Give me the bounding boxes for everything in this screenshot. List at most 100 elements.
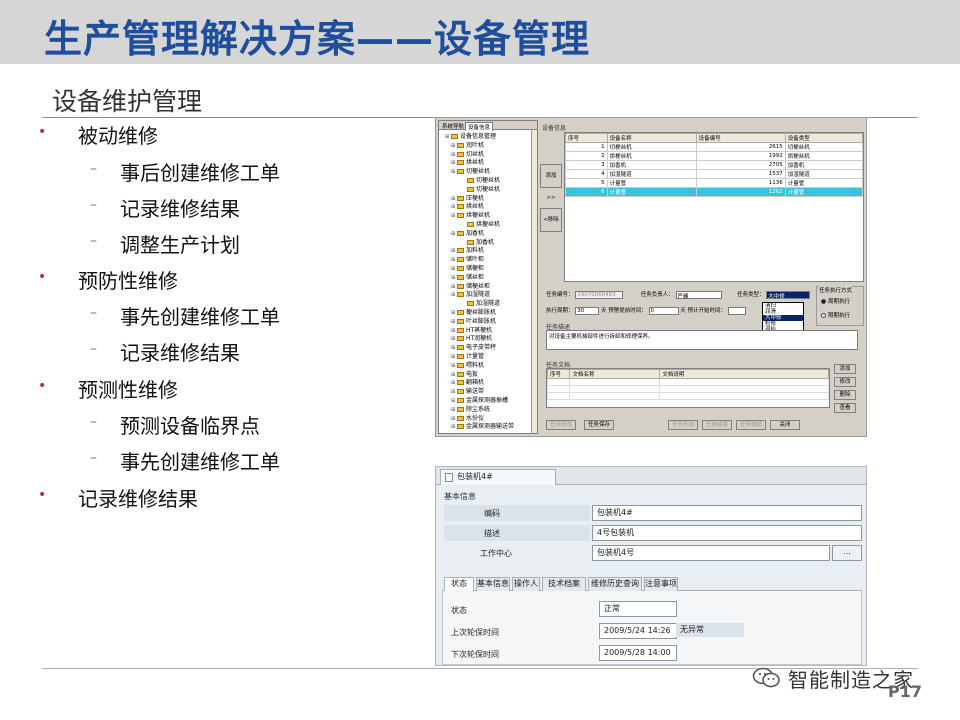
grid-row[interactable]: 6 计量管 1262 计量管 [565,187,864,197]
tree-node[interactable]: 切梗丝机 [441,177,537,186]
doc-action-button[interactable]: 添加 [834,364,856,374]
task-desc-field[interactable]: 对设备主要机械部件进行拆卸和修理保养。 [546,330,858,350]
tree-node[interactable]: ⊞ 烘丝机 [441,159,537,168]
tree-node[interactable]: ⊞ 梗丝膨胀机 [441,309,537,318]
footer-divider [42,668,918,669]
work-center-field[interactable]: 包装机4号 [592,545,830,561]
task-action-button[interactable]: 任务撤销 [736,420,766,430]
grid-header[interactable]: 设备名称 [606,133,697,143]
task-type-select[interactable]: 大中修 [766,290,811,300]
grid-header[interactable]: 设备编号 [695,133,786,143]
tree-node[interactable]: ⊞ 加湿隧道 [441,291,537,300]
tree-node[interactable]: ⊞ 喂料机 [441,362,537,371]
grid-cell: 2 [565,151,608,161]
tree-node[interactable]: ⊞ 加香机 [441,230,537,239]
grid-row[interactable]: 4 加湿隧道 1537 加湿隧道 [565,169,864,179]
doc-header[interactable]: 序号 [546,369,571,379]
tab-system-nav[interactable]: 系统导航 [440,122,466,130]
tree-node[interactable]: 烘梗丝机 [441,221,537,230]
tree-node[interactable]: ⊞ 输送带 [441,388,537,397]
detail-tab[interactable]: 包装机4# [440,469,556,485]
bullet-dot-icon: • [38,378,47,394]
period-field[interactable]: 30 [575,306,600,315]
tree-node[interactable]: ⊞ 金属探测器振槽 [441,397,537,406]
detail-sub-tab[interactable]: 状态 [444,577,474,591]
advance-field[interactable]: 0 [648,306,679,315]
dash-icon: – [90,414,97,430]
detail-sub-tab[interactable]: 注意事项 [644,577,678,591]
task-action-button[interactable]: 任务保存 [584,420,614,430]
tree-node[interactable]: ⊞ 储梗柜 [441,265,537,274]
detail-sub-tab[interactable]: 技术档案 [542,577,586,591]
desc-field[interactable]: 4号包装机 [592,525,862,541]
bullet-text: 预测设备临界点 [120,414,260,438]
doc-action-button[interactable]: 查看 [834,403,856,413]
tree-node[interactable]: 加湿隧道 [441,300,537,309]
grid-row[interactable]: 2 烘梗丝机 1992 烘梗丝机 [565,151,864,161]
tree-node[interactable]: ⊞ 金属探测器输送带 [441,423,537,432]
tree-node-label: 储梗丝柜 [466,282,491,290]
grid-header[interactable]: 序号 [565,133,608,143]
detail-sub-tab[interactable]: 基本信息 [476,577,510,591]
tree-node[interactable]: ⊞ 储叶柜 [441,256,537,265]
advance-label: 天 预警提前时间： [601,308,647,314]
start-field[interactable] [727,306,746,315]
task-action-button[interactable]: 关闭 [770,420,800,430]
add-device-button[interactable]: 添加>> [540,164,562,201]
tree-node[interactable]: ⊞ 翻箱机 [441,379,537,388]
tree-node-label: 压梗机 [466,194,485,202]
tree-scrollbar[interactable] [531,130,537,433]
tree-node[interactable]: ⊞ 叶丝膨胀机 [441,318,537,327]
doc-header[interactable]: 文档说明 [659,369,829,379]
task-action-button[interactable]: 任务修改 [546,420,576,430]
tree-node[interactable]: ⊞ HT润梗机 [441,335,537,344]
bullet-dot-icon: • [38,269,47,285]
detail-sub-tab[interactable]: 操作人 [512,577,540,591]
tree-node[interactable]: ⊞ 电子皮带秤 [441,344,537,353]
grid-row[interactable]: 3 加香机 2705 加香机 [565,160,864,170]
tree-node[interactable]: ⊞ 电扳 [441,371,537,380]
work-center-label: 工作中心 [480,549,512,558]
remove-device-button[interactable]: <移除 [540,208,562,232]
doc-action-button[interactable]: 删除 [834,390,856,400]
tree-node[interactable]: ⊞ 切丝机 [441,151,537,160]
grid-row[interactable]: 5 计量管 1136 计量管 [565,178,864,188]
exec-deadline-option[interactable]: 限期执行 [821,311,850,319]
task-action-button[interactable]: 任务开始 [668,420,698,430]
tree-node[interactable]: ⊞ 水份仪 [441,415,537,424]
tab-device-info[interactable]: 设备信息 [465,122,494,131]
tree-node[interactable]: ⊞ 加料机 [441,247,537,256]
tree-node[interactable]: 切梗丝机 [441,186,537,195]
exec-periodic-option[interactable]: 周期执行 [821,297,850,305]
browse-button[interactable]: ... [832,545,862,561]
owner-label: 任务负责人： [640,292,674,298]
tree-node-label: 储丝柜 [466,273,485,281]
owner-field[interactable]: 严峰 [675,290,722,300]
tree-node[interactable]: 加香机 [441,239,537,248]
grid-header[interactable]: 设备类型 [784,133,864,143]
detail-sub-tab[interactable]: 维修历史查询 [588,577,642,591]
tree-node[interactable]: ⊞ HT蒸梗机 [441,327,537,336]
tree-node[interactable]: ⊞ 压梗机 [441,195,537,204]
tree-node[interactable]: ⊞ 计量管 [441,353,537,362]
tree-node-label: 叶丝膨胀机 [466,317,497,325]
tree-node[interactable]: ⊞ 切梗丝机 [441,168,537,177]
tree-node[interactable]: ⊞ 烘梗丝机 [441,212,537,221]
tree-node[interactable]: ⊞ 储丝柜 [441,274,537,283]
code-field[interactable]: 包装机4# [592,505,862,521]
last-maint-remark: 无异常 [676,623,744,637]
grid-cell: 1262 [695,187,786,197]
doc-action-button[interactable]: 修改 [834,377,856,387]
tree-node-label: HT蒸梗机 [466,326,493,334]
task-action-button[interactable]: 任务结束 [702,420,732,430]
tree-node[interactable]: ⊞ 设备信息管理 [441,133,537,142]
period-label: 执行周期： [546,308,574,314]
doc-header[interactable]: 文档名称 [569,369,661,379]
detail-tab-strip: 包装机4# [436,467,866,485]
grid-cell: 计量管 [784,178,864,188]
tree-node[interactable]: ⊞ 除尘系统 [441,406,537,415]
grid-row[interactable]: 1 切梗丝机 2615 切梗丝机 [565,142,864,152]
tree-node[interactable]: ⊞ 润叶机 [441,142,537,151]
tree-node[interactable]: ⊞ 烘丝机 [441,203,537,212]
bullet-dot-icon: • [38,487,47,503]
